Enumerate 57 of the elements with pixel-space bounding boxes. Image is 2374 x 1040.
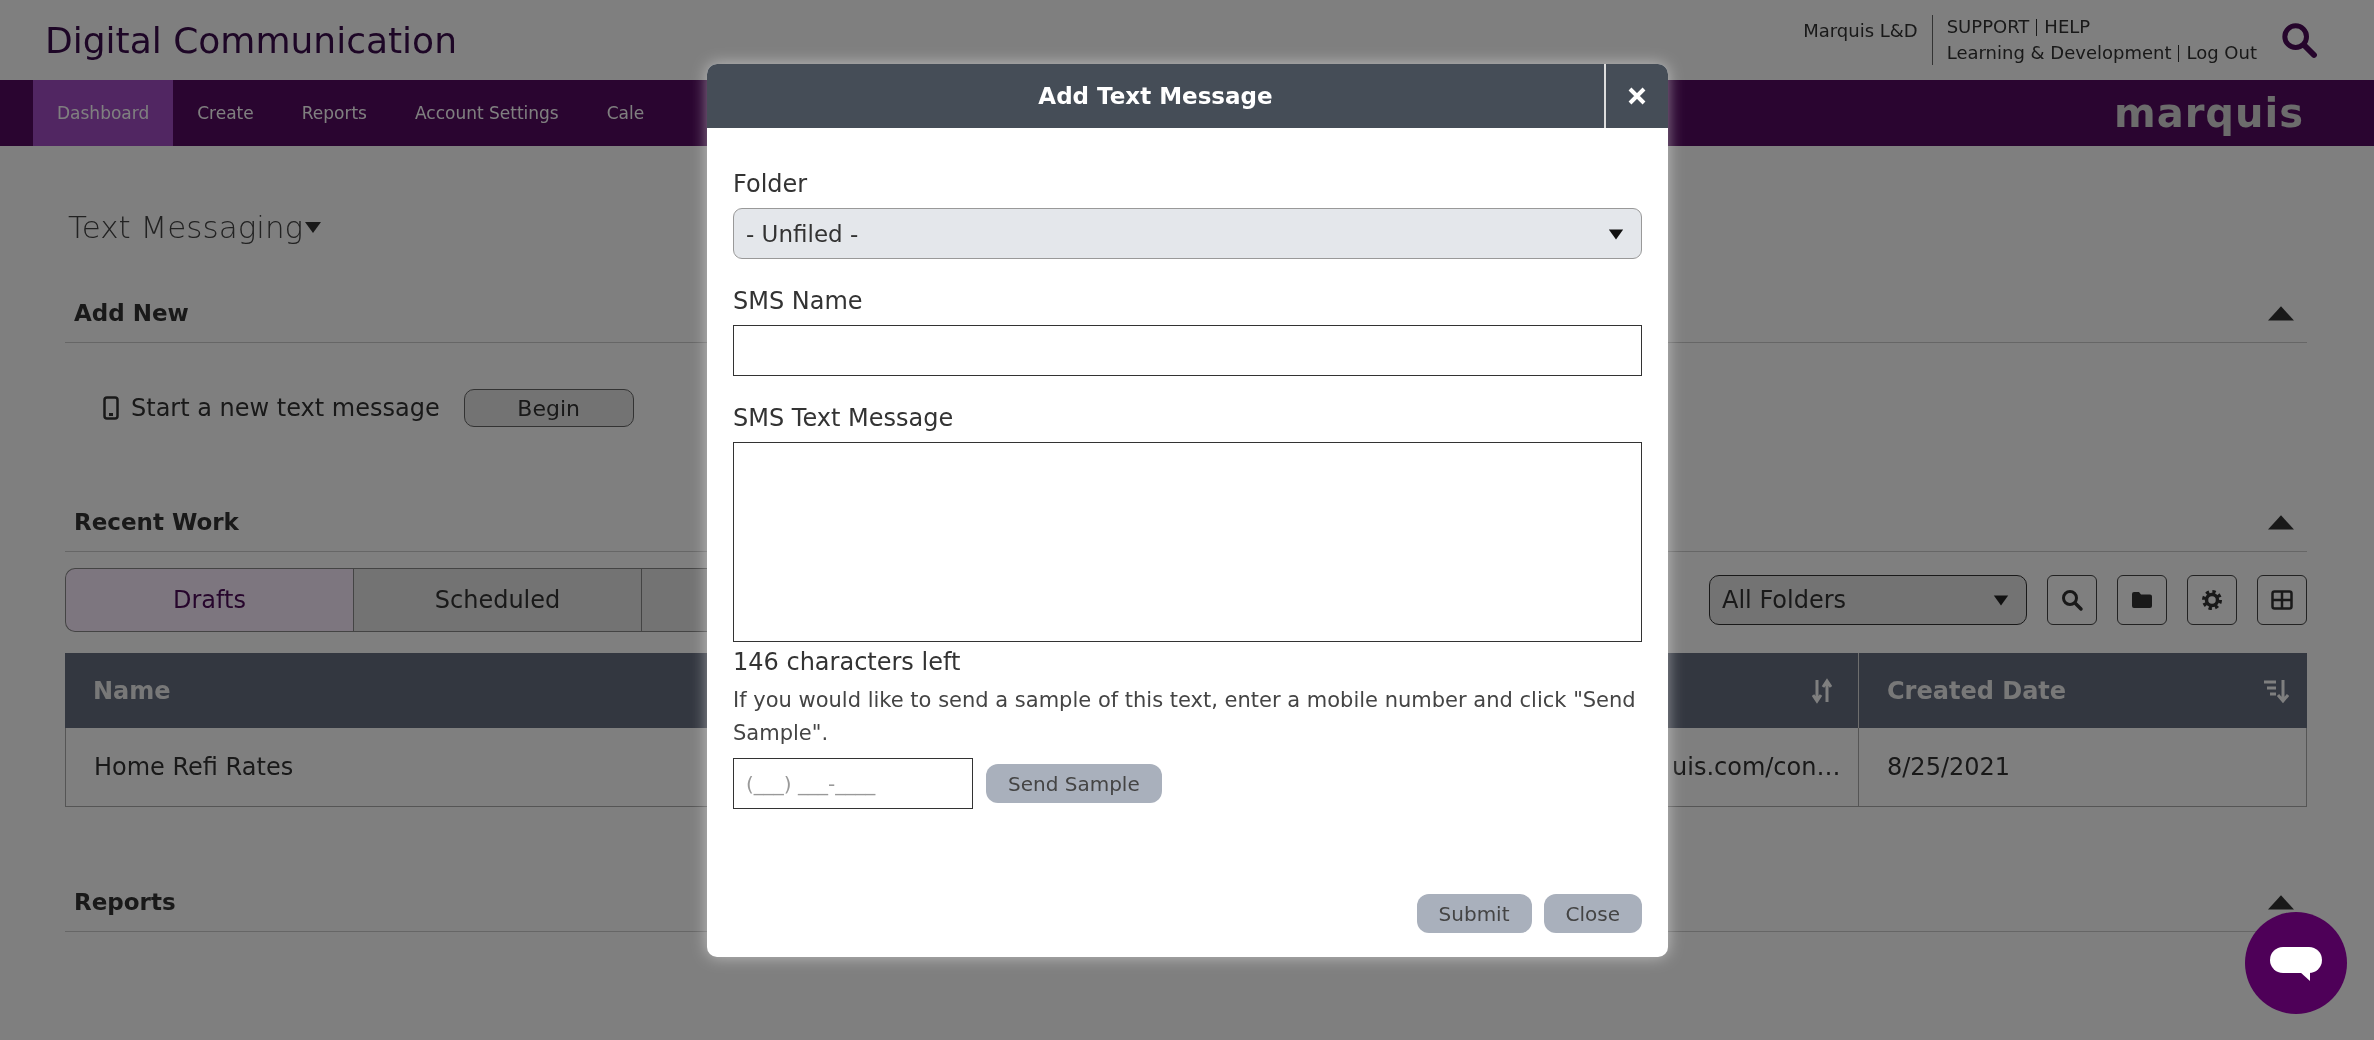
sort-descending-icon[interactable] bbox=[2263, 677, 2289, 704]
table-cell: Home Refi Rates bbox=[94, 753, 294, 781]
folder-button[interactable] bbox=[2117, 575, 2167, 625]
app-title: Digital Communication bbox=[45, 19, 458, 61]
close-icon bbox=[1628, 87, 1646, 105]
phone-field[interactable]: (___) ___-____ bbox=[733, 758, 973, 809]
dialog-button[interactable]: Submit bbox=[1416, 894, 1532, 933]
nav-tab[interactable]: Account Settings bbox=[390, 80, 583, 146]
phone-icon bbox=[103, 396, 119, 420]
collapse-icon[interactable] bbox=[2268, 305, 2294, 321]
search-icon bbox=[2060, 588, 2084, 612]
folder-select[interactable]: - Unfiled - bbox=[733, 208, 1642, 259]
tab[interactable]: Scheduled bbox=[353, 568, 641, 632]
user-name: Marquis L&D bbox=[1803, 20, 1918, 41]
nav-tab[interactable]: Cale bbox=[582, 80, 669, 146]
nav-tab[interactable]: Create bbox=[173, 80, 278, 146]
chat-button[interactable] bbox=[2245, 912, 2347, 1014]
dialog-button[interactable]: Close bbox=[1543, 894, 1642, 933]
section-heading: Recent Work bbox=[74, 509, 239, 535]
header-link[interactable]: SUPPORT bbox=[1946, 14, 2030, 40]
search-button[interactable] bbox=[2047, 575, 2097, 625]
gear-icon bbox=[2201, 589, 2223, 611]
column-header[interactable]: Name bbox=[93, 676, 171, 705]
table-cell: uis.com/con… bbox=[1672, 753, 1841, 781]
dialog-title: Add Text Message bbox=[1037, 82, 1274, 111]
header-link[interactable]: Learning & Development bbox=[1946, 40, 2172, 66]
header-link[interactable]: Log Out bbox=[2186, 40, 2257, 66]
collapse-icon[interactable] bbox=[2268, 894, 2294, 910]
nav-tab[interactable]: Dashboard bbox=[33, 80, 174, 146]
send-sample-button[interactable]: Send Sample bbox=[986, 764, 1162, 803]
section-heading: Add New bbox=[74, 300, 189, 326]
message-field[interactable] bbox=[733, 442, 1642, 642]
begin-button[interactable]: Begin bbox=[463, 389, 634, 427]
section-heading: Reports bbox=[74, 889, 176, 915]
collapse-icon[interactable] bbox=[2268, 514, 2294, 530]
prompt-text: Start a new text message bbox=[131, 394, 440, 422]
grid-button[interactable] bbox=[2257, 575, 2307, 625]
folder-icon bbox=[2131, 591, 2153, 609]
header-link[interactable]: HELP bbox=[2044, 14, 2091, 40]
character-counter: 146 characters left bbox=[733, 648, 962, 676]
tab[interactable] bbox=[641, 568, 707, 632]
page-title[interactable]: Text Messaging bbox=[68, 209, 304, 245]
sort-icon[interactable] bbox=[1812, 677, 1832, 704]
logo: marquis bbox=[2113, 90, 2304, 136]
nav-tab[interactable]: Reports bbox=[277, 80, 391, 146]
grid-icon bbox=[2271, 590, 2293, 610]
name-field[interactable] bbox=[733, 325, 1642, 376]
field-label: SMS Text Message bbox=[733, 404, 955, 432]
column-header[interactable]: Created Date bbox=[1887, 676, 2067, 705]
hint-text: If you would like to send a sample of this text, enter a mobile number and click "Send Sample". bbox=[733, 687, 1637, 747]
folder-select[interactable]: All Folders bbox=[1709, 575, 2027, 625]
search-icon[interactable] bbox=[2279, 20, 2319, 60]
table-cell: 8/25/2021 bbox=[1887, 753, 2011, 781]
settings-button[interactable] bbox=[2187, 575, 2237, 625]
field-label: SMS Name bbox=[733, 287, 864, 315]
field-label: Folder bbox=[733, 170, 809, 198]
tab[interactable]: Drafts bbox=[65, 568, 353, 632]
